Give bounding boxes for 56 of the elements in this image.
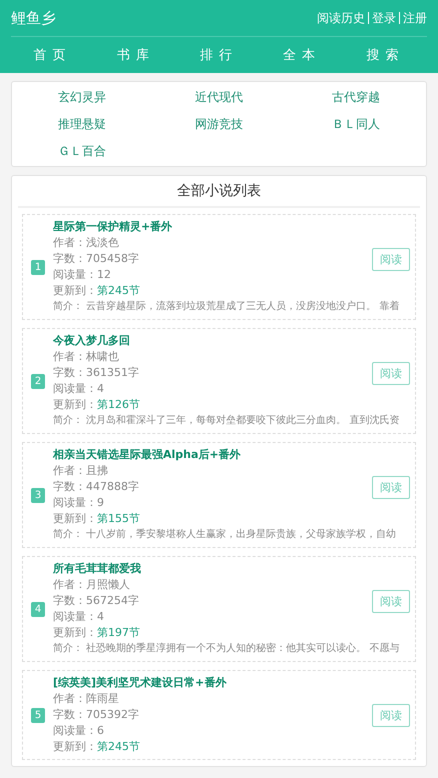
nav-item[interactable]: 搜索 xyxy=(344,46,428,64)
word-count: 字数：705392字 xyxy=(53,707,140,723)
synopsis: 简介： 沈月岛和霍深斗了三年，每每对垒都要咬下彼此三分血肉。 直到沈氏资 xyxy=(53,414,400,428)
rank-badge: 3 xyxy=(31,488,45,502)
header-link[interactable]: 登录 xyxy=(372,10,396,26)
rank-badge: 4 xyxy=(31,602,45,616)
update-line: 更新到：第245节 xyxy=(53,739,141,755)
read-count: 阅读量：4 xyxy=(53,609,105,625)
author-line: 作者：月照懒人 xyxy=(53,577,131,593)
category-link[interactable]: 推理悬疑 xyxy=(12,115,150,133)
category-link[interactable]: 网游竞技 xyxy=(150,115,288,133)
novel-title[interactable]: 星际第一保护精灵+番外 xyxy=(53,219,372,235)
read-button[interactable]: 阅读 xyxy=(372,704,410,726)
nav-item[interactable]: 书库 xyxy=(94,46,178,64)
novel-title[interactable]: 今夜入梦几多回 xyxy=(53,333,372,349)
update-line: 更新到：第155节 xyxy=(53,511,141,527)
nav-item[interactable]: 排行 xyxy=(177,46,261,64)
synopsis: 简介： 云昔穿越星际，流落到垃圾荒星成了三无人员，没房没地没户口。 靠着 xyxy=(53,300,400,314)
read-count: 阅读量：9 xyxy=(53,495,105,511)
novel-title[interactable]: [综英美]美利坚咒术建设日常+番外 xyxy=(53,675,372,691)
update-line: 更新到：第197节 xyxy=(53,625,141,641)
read-count: 阅读量：4 xyxy=(53,381,105,397)
author-line: 作者：林啸也 xyxy=(53,349,120,365)
category-link[interactable]: ＢＬ同人 xyxy=(288,115,426,133)
read-count: 阅读量：6 xyxy=(53,723,105,739)
header-link[interactable]: 阅读历史 xyxy=(317,10,365,26)
category-link[interactable]: 玄幻灵异 xyxy=(12,88,150,106)
category-link[interactable]: 古代穿越 xyxy=(288,88,426,106)
read-button[interactable]: 阅读 xyxy=(372,590,410,612)
update-line: 更新到：第245节 xyxy=(53,283,141,299)
category-link[interactable]: ＧＬ百合 xyxy=(12,142,150,160)
list-title: 全部小说列表 xyxy=(18,176,420,208)
author-line: 作者：浅淡色 xyxy=(53,235,120,251)
read-button[interactable]: 阅读 xyxy=(372,362,410,384)
word-count: 字数：361351字 xyxy=(53,365,140,381)
rank-badge: 2 xyxy=(31,374,45,388)
novel-title[interactable]: 所有毛茸茸都爱我 xyxy=(53,561,372,577)
synopsis: 简介： 十八岁前，季安黎堪称人生赢家，出身星际贵族，父母家族学权，自幼 xyxy=(53,528,398,542)
header-link[interactable]: 注册 xyxy=(403,10,427,26)
nav-item[interactable]: 首页 xyxy=(11,46,94,64)
word-count: 字数：447888字 xyxy=(53,479,140,495)
read-count: 阅读量：12 xyxy=(53,267,112,283)
read-button[interactable]: 阅读 xyxy=(372,248,410,270)
rank-badge: 5 xyxy=(31,708,45,722)
word-count: 字数：705458字 xyxy=(53,251,140,267)
update-line: 更新到：第126节 xyxy=(53,397,141,413)
word-count: 字数：567254字 xyxy=(53,593,140,609)
nav-item[interactable]: 全本 xyxy=(260,46,344,64)
rank-badge: 1 xyxy=(31,260,45,274)
read-button[interactable]: 阅读 xyxy=(372,476,410,498)
novel-title[interactable]: 相亲当天错选星际最强Alpha后+番外 xyxy=(53,447,372,463)
synopsis: 简介： 社恐晚期的季星淳拥有一个不为人知的秘密：他其实可以读心。 不愿与 xyxy=(53,642,400,656)
author-line: 作者：且拂 xyxy=(53,463,109,479)
category-link[interactable]: 近代现代 xyxy=(150,88,288,106)
author-line: 作者：阵雨星 xyxy=(53,691,120,707)
site-logo[interactable]: 鲤鱼乡 xyxy=(11,8,56,28)
